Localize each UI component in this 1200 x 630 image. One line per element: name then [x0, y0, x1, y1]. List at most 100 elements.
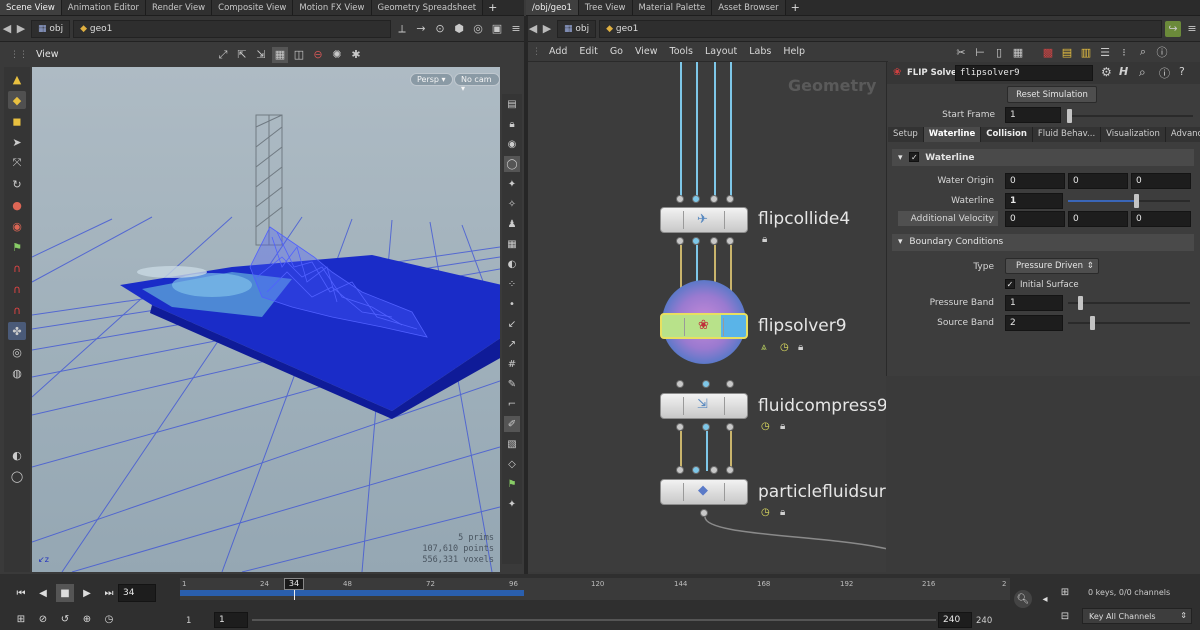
tab-network-geo1[interactable]: /obj/geo1 [526, 0, 579, 15]
cube-icon[interactable]: ⬢ [451, 21, 467, 37]
input-port[interactable] [710, 195, 718, 203]
additional-velocity-y[interactable]: 0 [1068, 211, 1128, 227]
person-icon[interactable]: ♟ [504, 216, 520, 232]
node-lock-icon[interactable]: 🔒︎ [780, 507, 785, 518]
tab-advanced[interactable]: Advanced [1165, 127, 1200, 142]
no-entry-icon[interactable]: ⊖ [310, 47, 326, 63]
camera-icon[interactable]: ◎ [470, 21, 486, 37]
tab-tree-view[interactable]: Tree View [578, 0, 633, 15]
playhead-marker[interactable]: 34 [284, 578, 304, 590]
range-start-field[interactable]: 1 [214, 612, 248, 628]
waterline-field[interactable]: 1 [1005, 193, 1063, 209]
viewport-layout-icon[interactable]: ▣ [489, 21, 505, 37]
stop-icon[interactable]: ■ [56, 584, 74, 602]
tab-material-palette[interactable]: Material Palette [632, 0, 713, 15]
network-options-icon[interactable]: ≡ [1184, 21, 1200, 37]
tab-render-view[interactable]: Render View [146, 0, 213, 15]
tab-geometry-spreadsheet[interactable]: Geometry Spreadsheet [371, 0, 484, 15]
boundary-section-header[interactable]: ▾ Boundary Conditions [892, 234, 1194, 251]
network-back-arrow-icon[interactable]: ◀ [526, 22, 540, 35]
source-band-slider-knob[interactable] [1090, 316, 1095, 330]
lasso-icon[interactable]: ✦ [504, 496, 520, 512]
display-mode-icon[interactable]: ▤ [504, 96, 520, 112]
reset-simulation-button[interactable]: Reset Simulation [1007, 86, 1097, 103]
audio-icon[interactable]: 🔍︎ [1014, 590, 1032, 608]
output-port[interactable] [692, 237, 700, 245]
source-band-slider[interactable] [1068, 322, 1190, 324]
clock-icon[interactable]: ◷ [780, 342, 789, 353]
camera-tool-icon[interactable]: ◎ [8, 343, 26, 361]
info-icon[interactable]: ⓘ [1154, 44, 1170, 60]
network-path-geo1[interactable]: ◆ geo1 [599, 19, 1162, 38]
input-port[interactable] [710, 466, 718, 474]
texture-icon[interactable]: ▦ [504, 236, 520, 252]
additional-velocity-x[interactable]: 0 [1005, 211, 1065, 227]
pointer-icon[interactable]: ➤ [8, 133, 26, 151]
node-fluidcompress9[interactable]: ⇲ [660, 393, 748, 419]
wand-icon[interactable]: ✎ [504, 376, 520, 392]
frame-ruler[interactable]: 1 24 48 72 96 120 144 168 192 216 2 34 [180, 578, 1010, 600]
tab-setup[interactable]: Setup [888, 127, 924, 142]
tab-fluid-behavior[interactable]: Fluid Behav... [1032, 127, 1102, 142]
output-port[interactable] [676, 237, 684, 245]
move-icon[interactable]: ⤧ [8, 154, 26, 172]
arrow-right-icon[interactable]: → [413, 21, 429, 37]
diamond-icon[interactable]: ◇ [504, 456, 520, 472]
tab-visualization[interactable]: Visualization [1101, 127, 1166, 142]
list-icon[interactable]: ▯ [991, 44, 1007, 60]
grid-snap-icon[interactable]: ▦ [272, 46, 288, 63]
dot-icon[interactable]: • [504, 296, 520, 312]
checker-icon[interactable]: ▧ [504, 436, 520, 452]
gear-icon[interactable]: ⚙ [1101, 65, 1112, 79]
lock-icon[interactable]: 🔒︎ [504, 116, 520, 132]
tab-animation-editor[interactable]: Animation Editor [61, 0, 146, 15]
output-port[interactable] [676, 423, 684, 431]
output-port[interactable] [702, 380, 710, 388]
tab-collision[interactable]: Collision [981, 127, 1033, 142]
output-port[interactable] [710, 237, 718, 245]
output-port[interactable] [726, 237, 734, 245]
range-end-field[interactable]: 240 [938, 612, 972, 628]
key-icon[interactable]: ⊟ [1056, 607, 1074, 625]
handle-icon[interactable]: ● [8, 196, 26, 214]
input-port[interactable] [726, 466, 734, 474]
param-info-icon[interactable]: ⓘ [1159, 65, 1170, 81]
node-particlefluidsurface9[interactable]: ◆ [660, 479, 748, 505]
light-alt-icon[interactable]: ✧ [504, 196, 520, 212]
camera-menu[interactable]: No cam ▾ [454, 73, 500, 93]
lights-icon[interactable]: ◍ [8, 364, 26, 382]
sticky-icon[interactable]: ▥ [1078, 44, 1094, 60]
forward-arrow-icon[interactable]: ▶ [14, 22, 28, 35]
tree-icon[interactable]: ⊢ [972, 44, 988, 60]
globe-icon[interactable]: ◯ [8, 467, 26, 485]
visibility-icon[interactable]: ◉ [504, 136, 520, 152]
loop-icon[interactable]: ⊘ [34, 610, 52, 628]
additional-velocity-z[interactable]: 0 [1131, 211, 1191, 227]
input-port[interactable] [692, 466, 700, 474]
magnet-icon[interactable]: ∩ [8, 280, 26, 298]
select-mode-icon[interactable]: ◆ [8, 91, 26, 109]
snap-icon[interactable]: ⇲ [253, 47, 269, 63]
node-name-field[interactable]: flipsolver9 [955, 65, 1093, 81]
frame-icon[interactable]: ◫ [291, 47, 307, 63]
settings-icon[interactable]: ⊕ [78, 610, 96, 628]
input-port[interactable] [726, 195, 734, 203]
search-icon[interactable]: ⌕ [1135, 44, 1151, 60]
path-obj[interactable]: ▦ obj [31, 19, 71, 38]
shading-icon[interactable]: ◯ [504, 156, 520, 172]
palette-icon[interactable]: ▩ [1040, 44, 1056, 60]
menu-layout[interactable]: Layout [699, 46, 743, 57]
waterline-section-header[interactable]: ▾ ✓ Waterline [892, 149, 1194, 166]
tab-scene-view[interactable]: Scene View [0, 0, 62, 15]
network-pin-icon[interactable]: ↪ [1165, 20, 1181, 37]
menu-add[interactable]: Add [543, 46, 573, 57]
clock-settings-icon[interactable]: ◷ [100, 610, 118, 628]
options-icon[interactable]: ≡ [508, 21, 524, 37]
play-icon[interactable]: ▶ [78, 584, 96, 602]
keys-icon[interactable]: ⊞ [1056, 583, 1074, 601]
dots-icon[interactable]: ⁝ [1116, 44, 1132, 60]
network-forward-arrow-icon[interactable]: ▶ [540, 22, 554, 35]
key-all-channels-dropdown[interactable]: Key All Channels ⇕ [1082, 608, 1192, 624]
help-icon[interactable]: ? [1179, 65, 1185, 78]
magnet-alt-icon[interactable]: ∩ [8, 301, 26, 319]
